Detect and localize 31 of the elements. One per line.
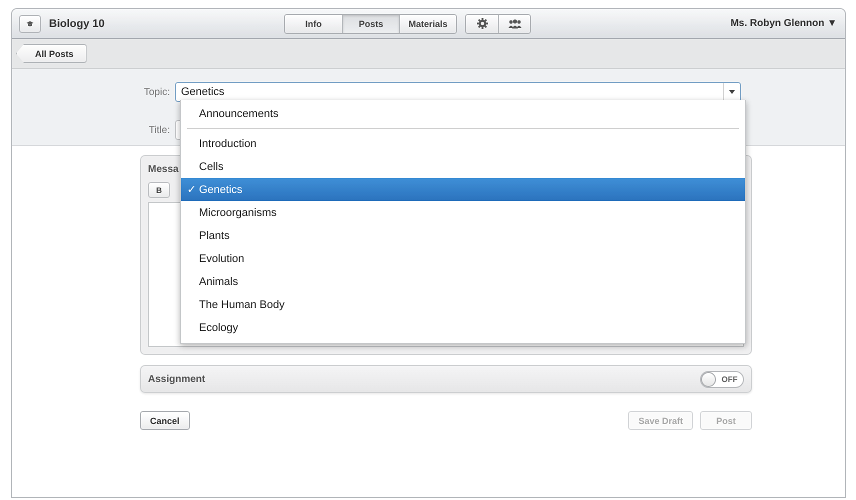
menu-item[interactable]: Evolution: [181, 247, 745, 270]
menu-item[interactable]: ✓ Genetics: [181, 178, 745, 201]
menu-item[interactable]: Announcements: [181, 102, 745, 125]
back-button[interactable]: All Posts: [16, 44, 87, 63]
user-menu[interactable]: Ms. Robyn Glennon ▼: [730, 18, 837, 29]
action-button[interactable]: Cancel: [140, 411, 190, 430]
menu-item[interactable]: Cells: [181, 155, 745, 178]
panel-heading: Messa: [148, 164, 179, 177]
menu-item[interactable]: Microorganisms: [181, 201, 745, 224]
field-label: Topic:: [142, 86, 171, 98]
caret-icon: [729, 90, 735, 94]
menu-item[interactable]: Plants: [181, 224, 745, 247]
field-label: Title:: [148, 124, 171, 136]
menu-item[interactable]: Introduction: [181, 132, 745, 155]
settings-button[interactable]: [466, 14, 498, 32]
menu-item[interactable]: The Human Body: [181, 293, 745, 316]
assignment-toggle[interactable]: OFF: [700, 370, 744, 388]
bold-button[interactable]: B: [148, 182, 170, 198]
home-button[interactable]: [19, 14, 41, 32]
menu-item[interactable]: Animals: [181, 270, 745, 293]
nav-tab[interactable]: Materials: [399, 14, 456, 32]
people-icon: [508, 18, 522, 28]
gear-icon: [476, 18, 488, 29]
menu-item[interactable]: Ecology: [181, 316, 745, 339]
nav-tab[interactable]: Posts: [342, 14, 399, 32]
check-mark: ✓: [187, 184, 196, 196]
topic-dropdown[interactable]: Genetics: [175, 82, 741, 102]
assignment-label: Assignment: [148, 374, 206, 384]
course-title: Biology 10: [49, 18, 106, 30]
nav-tab[interactable]: Info: [285, 14, 342, 32]
people-button[interactable]: [498, 14, 530, 32]
